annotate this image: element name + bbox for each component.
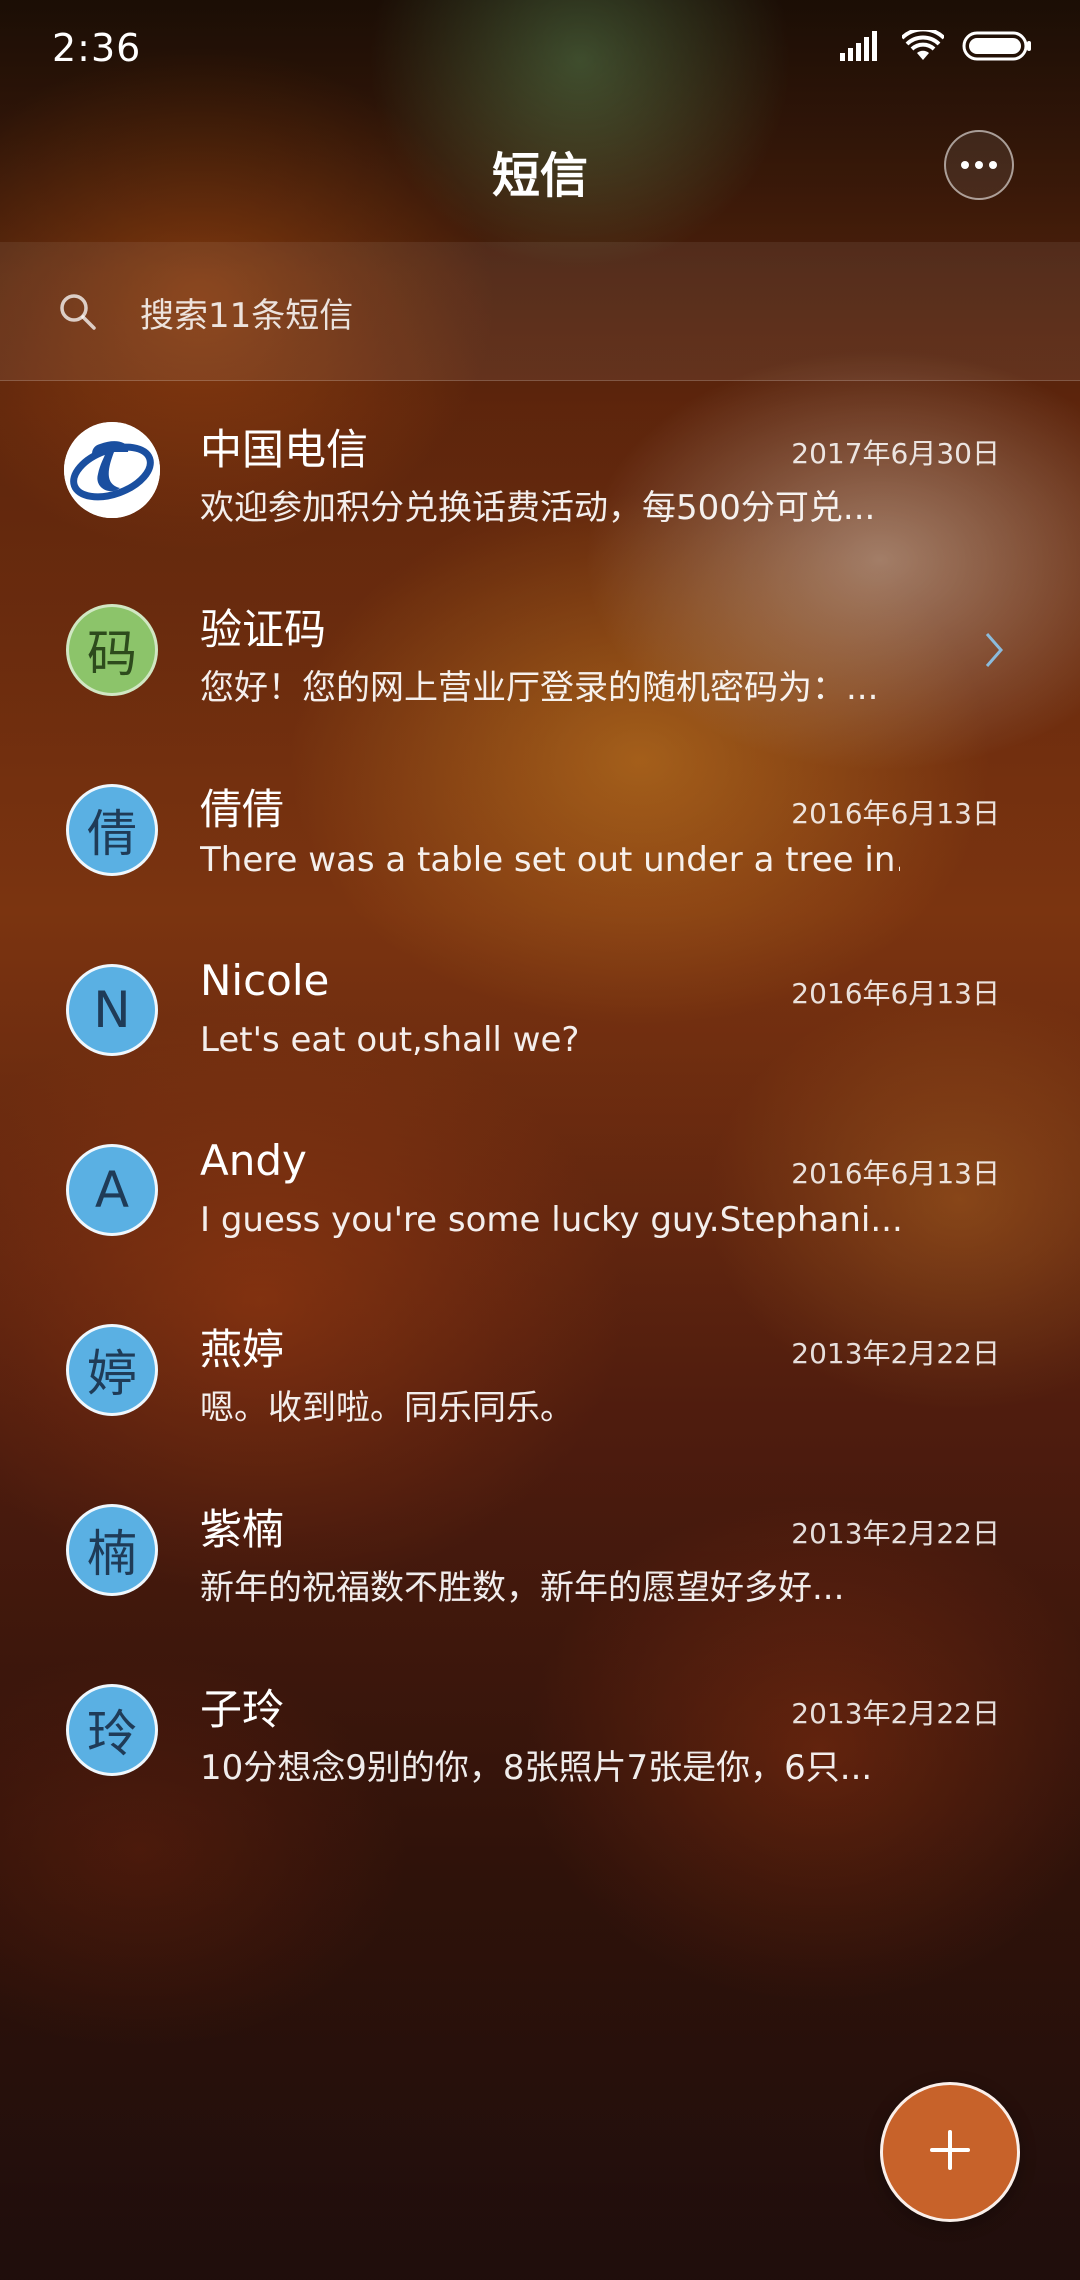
conversation-preview: 10分想念9别的你，8张照片7张是你，6只... (200, 1748, 873, 1788)
conversation-name: 验证码 (200, 605, 327, 654)
conversation-preview: 欢迎参加积分兑换话费活动，每500分可兑... (200, 488, 876, 528)
conversation-name: Nicole (200, 956, 330, 1005)
avatar: 楠 (66, 1504, 158, 1596)
compose-button[interactable] (880, 2082, 1020, 2222)
conversation-row[interactable]: 中国电信 2017年6月30日 欢迎参加积分兑换话费活动，每500分可兑... (0, 380, 1080, 560)
conversation-row[interactable]: 楠 紫楠 2013年2月22日 新年的祝福数不胜数，新年的愿望好多好... (0, 1460, 1080, 1640)
conversation-row[interactable]: N Nicole 2016年6月13日 Let's eat out,shall … (0, 920, 1080, 1100)
conversation-date: 2017年6月30日 (791, 437, 1000, 470)
conversation-date: 2016年6月13日 (791, 1157, 1000, 1190)
conversation-preview: Let's eat out,shall we? (200, 1020, 580, 1060)
conversation-row[interactable]: 码 验证码 您好！您的网上营业厅登录的随机密码为：... (0, 560, 1080, 740)
search-icon (58, 292, 98, 336)
page-title: 短信 (491, 148, 588, 204)
signal-icon (840, 31, 884, 65)
conversation-date: 2013年2月22日 (791, 1697, 1000, 1730)
avatar: A (66, 1144, 158, 1236)
conversation-name: 倩倩 (200, 785, 285, 834)
conversation-row[interactable]: A Andy 2016年6月13日 I guess you're some lu… (0, 1100, 1080, 1280)
conversation-preview: I guess you're some lucky guy.Stephani..… (200, 1200, 900, 1240)
china-telecom-logo-icon (64, 422, 160, 518)
conversation-preview: There was a table set out under a tree i… (200, 840, 900, 880)
plus-icon (928, 2128, 972, 2176)
avatar: 倩 (66, 784, 158, 876)
conversation-date: 2016年6月13日 (791, 977, 1000, 1010)
avatar: N (66, 964, 158, 1056)
battery-icon (962, 30, 1032, 66)
avatar: 玲 (66, 1684, 158, 1776)
conversation-row[interactable]: 婷 燕婷 2013年2月22日 嗯。收到啦。同乐同乐。 (0, 1280, 1080, 1460)
status-bar: 2:36 (0, 0, 1080, 96)
more-icon-dot (989, 161, 997, 169)
conversation-list: 中国电信 2017年6月30日 欢迎参加积分兑换话费活动，每500分可兑... … (0, 380, 1080, 1820)
conversation-name: 燕婷 (200, 1325, 285, 1374)
conversation-name: 子玲 (200, 1685, 285, 1734)
wifi-icon (900, 27, 946, 66)
status-icons (840, 27, 1032, 66)
app-header: 短信 (0, 96, 1080, 240)
conversation-preview: 您好！您的网上营业厅登录的随机密码为：... (200, 668, 879, 708)
conversation-name: 紫楠 (200, 1505, 285, 1554)
conversation-preview: 嗯。收到啦。同乐同乐。 (200, 1388, 574, 1428)
conversation-row[interactable]: 倩 倩倩 2016年6月13日 There was a table set ou… (0, 740, 1080, 920)
conversation-preview: 新年的祝福数不胜数，新年的愿望好多好... (200, 1568, 845, 1608)
status-time: 2:36 (52, 26, 142, 70)
conversation-name: 中国电信 (200, 425, 369, 474)
more-icon-dot (975, 161, 983, 169)
conversation-row[interactable]: 玲 子玲 2013年2月22日 10分想念9别的你，8张照片7张是你，6只... (0, 1640, 1080, 1820)
chevron-right-icon (984, 630, 1004, 674)
avatar: 码 (66, 604, 158, 696)
conversation-name: Andy (200, 1136, 307, 1185)
avatar: 婷 (66, 1324, 158, 1416)
more-options-button[interactable] (944, 130, 1014, 200)
search-bar[interactable]: 搜索11条短信 (0, 242, 1080, 381)
conversation-date: 2013年2月22日 (791, 1337, 1000, 1370)
more-icon (961, 161, 969, 169)
messages-screen: 2:36 短信 搜索11条短信 中国电信 2017年6月30日 欢迎参加积分兑换… (0, 0, 1080, 2280)
conversation-date: 2013年2月22日 (791, 1517, 1000, 1550)
search-input[interactable]: 搜索11条短信 (140, 288, 353, 337)
conversation-date: 2016年6月13日 (791, 797, 1000, 830)
